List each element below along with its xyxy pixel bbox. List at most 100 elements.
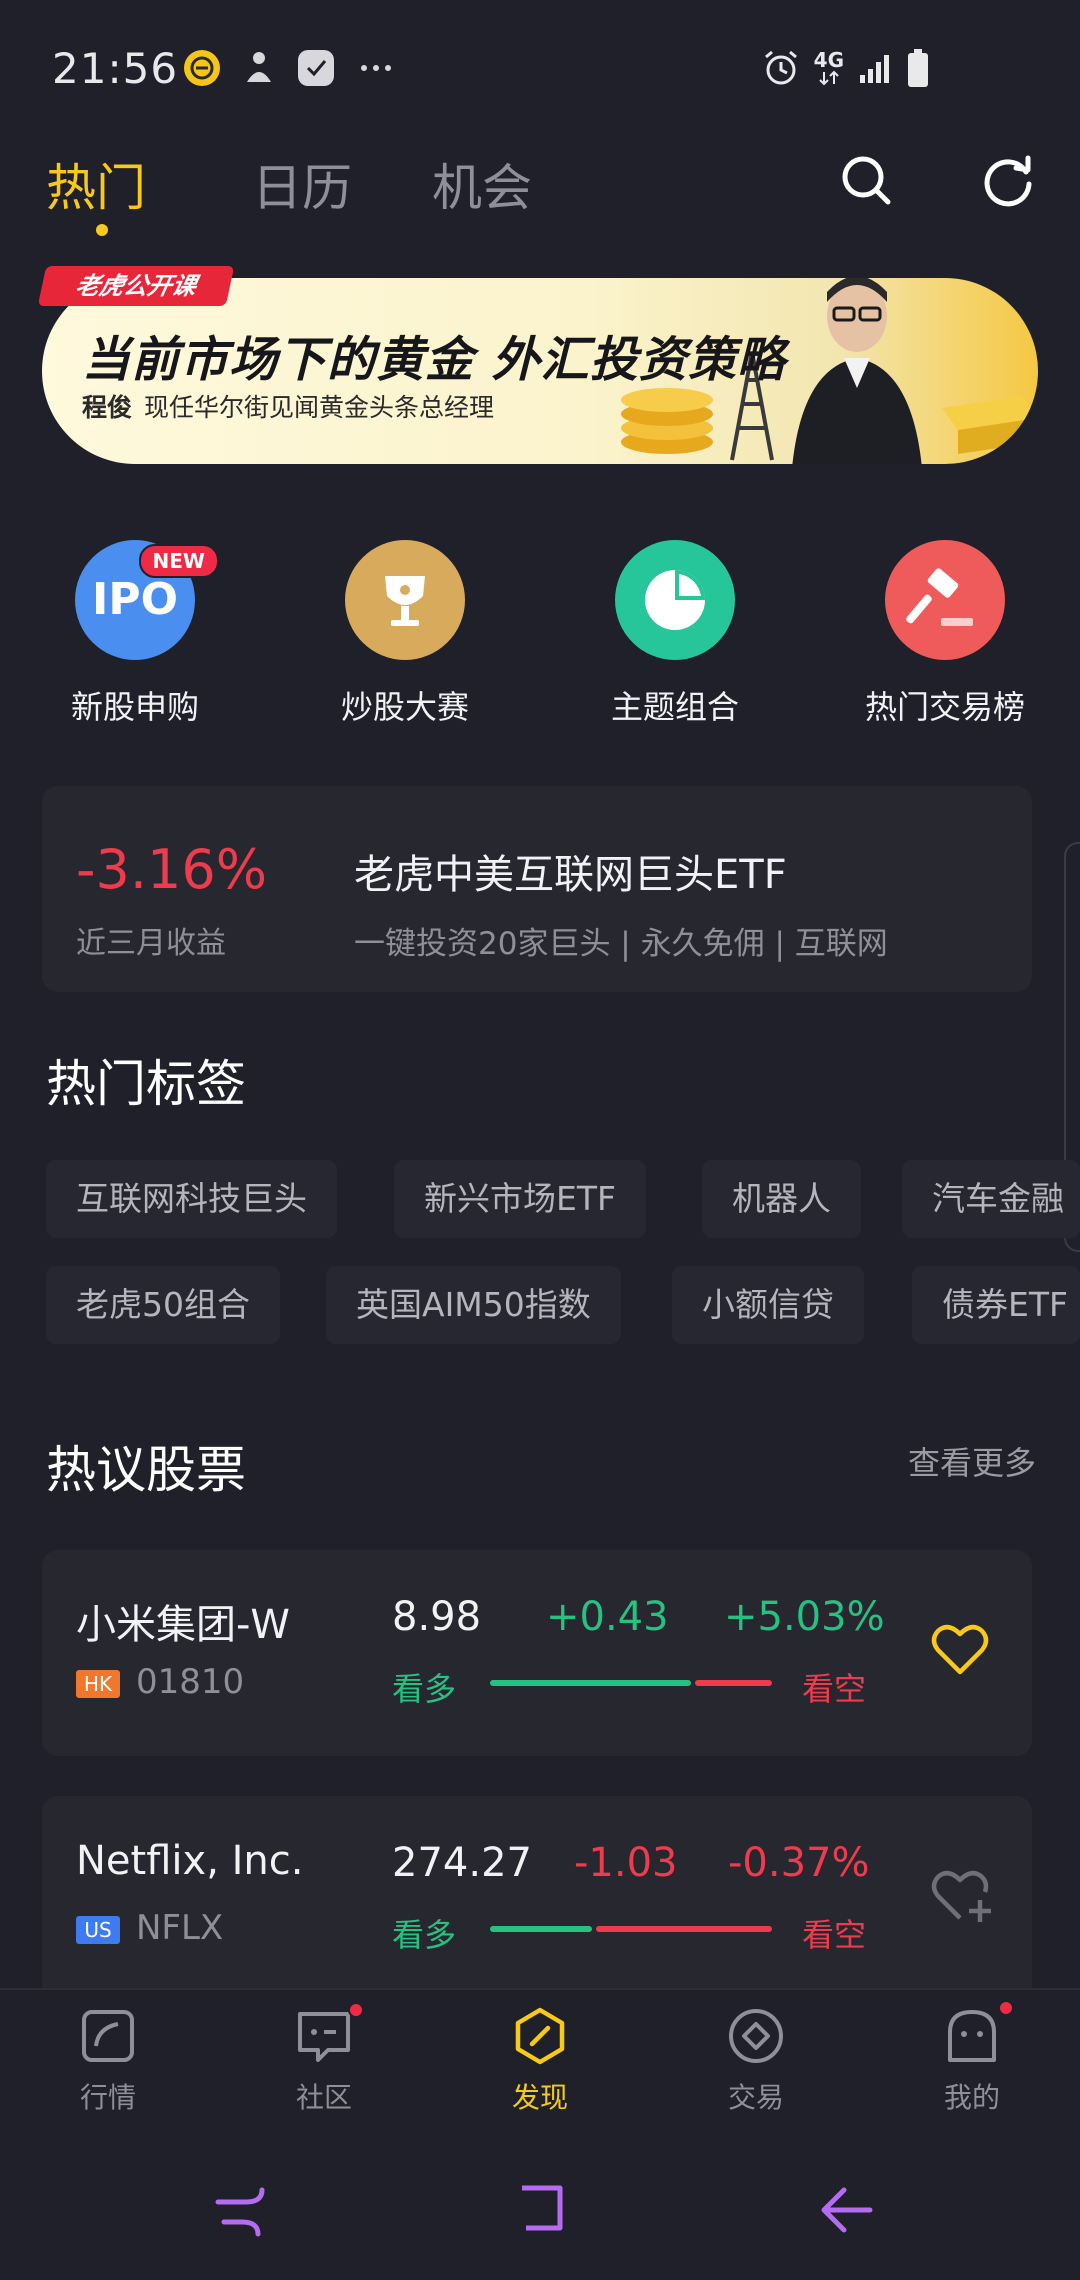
battery-icon — [908, 49, 928, 87]
bull-label: 看多 — [392, 1670, 457, 1708]
refresh-icon[interactable] — [978, 150, 1038, 210]
bull-label: 看多 — [392, 1916, 457, 1954]
coin-app-icon — [184, 50, 220, 86]
chat-app-icon — [298, 50, 334, 86]
bull-bar — [490, 1680, 692, 1686]
stock-name: 小米集团-W — [76, 1602, 290, 1648]
nav-profile[interactable]: 我的 — [902, 2000, 1042, 2116]
quick-link-ipo[interactable]: IPO NEW 新股申购 — [35, 540, 235, 728]
gold-bars-icon — [942, 396, 1038, 454]
gavel-icon — [885, 540, 1005, 660]
market-badge: HK — [76, 1670, 120, 1698]
tag-chip[interactable]: 债券ETF — [912, 1266, 1080, 1344]
quick-link-label: 主题组合 — [610, 688, 739, 726]
status-icons-right: 4G — [762, 48, 930, 88]
stock-row[interactable] — [42, 1550, 1032, 1756]
nav-trade[interactable]: 交易 — [686, 2006, 826, 2116]
tab-calendar[interactable]: 日历 — [252, 148, 352, 220]
notification-dot — [998, 2000, 1014, 2016]
stock-change: -1.03 — [574, 1840, 678, 1886]
home-button-icon[interactable] — [512, 2180, 572, 2240]
bull-bar — [490, 1926, 593, 1932]
profile-icon — [948, 2010, 996, 2062]
nav-discover[interactable]: 发现 — [470, 2006, 610, 2116]
ipo-icon: IPO NEW — [75, 540, 219, 660]
stock-code: 01810 — [136, 1662, 245, 1702]
signal-icon — [860, 55, 889, 83]
hot-tags-title: 热门标签 — [46, 1055, 246, 1113]
tag-chip[interactable]: 汽车金融 — [902, 1160, 1080, 1238]
nav-label: 交易 — [727, 2081, 784, 2114]
tag-chip[interactable]: 英国AIM50指数 — [326, 1266, 621, 1344]
more-dots-icon — [361, 65, 391, 71]
alarm-icon — [764, 50, 797, 85]
etf-return-pct: -3.16% — [76, 838, 268, 901]
hot-stocks-title: 热议股票 — [46, 1441, 246, 1499]
nav-community[interactable]: 社区 — [254, 2002, 394, 2116]
tab-opportunity[interactable]: 机会 — [432, 148, 532, 220]
bear-bar — [596, 1926, 772, 1932]
nav-label: 发现 — [511, 2081, 568, 2114]
person-icon — [247, 52, 271, 82]
search-icon[interactable] — [836, 150, 896, 210]
quick-link-contest[interactable]: 炒股大赛 — [305, 540, 505, 728]
quick-link-label: 新股申购 — [70, 688, 199, 726]
tag-chip[interactable]: 互联网科技巨头 — [46, 1160, 337, 1238]
active-tab-indicator — [96, 224, 108, 236]
banner-speaker: 程俊 — [82, 393, 133, 422]
quick-link-label: 炒股大赛 — [340, 688, 469, 726]
nav-label: 行情 — [79, 2081, 136, 2114]
sentiment-bar — [490, 1926, 772, 1932]
etf-description: 一键投资20家巨头 | 永久免佣 | 互联网 — [354, 926, 888, 962]
etf-name: 老虎中美互联网巨头ETF — [354, 852, 787, 898]
market-badge: US — [76, 1916, 120, 1944]
discover-icon — [515, 2007, 565, 2065]
quick-link-trade-rank[interactable]: 热门交易榜 — [845, 540, 1045, 728]
quick-link-portfolio[interactable]: 主题组合 — [575, 540, 775, 728]
ipo-icon-text: IPO — [91, 574, 179, 625]
tab-hot[interactable]: 热门 — [46, 148, 146, 220]
new-badge: NEW — [138, 544, 219, 578]
stock-change-pct: -0.37% — [728, 1840, 870, 1886]
pie-chart-icon — [615, 540, 735, 660]
banner-subtitle: 程俊 现任华尔街见闻黄金头条总经理 — [82, 388, 494, 424]
notification-dot — [348, 2002, 364, 2018]
nav-label: 社区 — [295, 2081, 352, 2114]
market-icon — [82, 2010, 134, 2062]
trophy-icon — [345, 540, 465, 660]
network-4g-icon: 4G — [814, 50, 844, 86]
status-time: 21:56 — [52, 44, 179, 93]
speaker-photo — [792, 278, 922, 464]
tag-chip[interactable]: 新兴市场ETF — [394, 1160, 646, 1238]
status-icons-left — [182, 48, 396, 88]
recent-apps-icon[interactable] — [212, 2182, 274, 2238]
back-button-icon[interactable] — [816, 2182, 876, 2238]
quick-link-label: 热门交易榜 — [864, 688, 1025, 726]
bear-label: 看空 — [802, 1916, 867, 1954]
nav-market[interactable]: 行情 — [38, 2006, 178, 2116]
bear-bar — [695, 1680, 772, 1686]
banner-speaker-desc: 现任华尔街见闻黄金头条总经理 — [144, 393, 495, 422]
watchlist-heart-icon[interactable] — [930, 1622, 990, 1678]
tag-chip[interactable]: 老虎50组合 — [46, 1266, 280, 1344]
see-more-link[interactable]: 查看更多 — [908, 1438, 1036, 1484]
bear-label: 看空 — [802, 1670, 867, 1708]
stock-price: 8.98 — [392, 1594, 482, 1640]
banner-tag: 老虎公开课 — [37, 266, 235, 306]
add-watchlist-heart-icon[interactable] — [930, 1868, 994, 1928]
stock-change-pct: +5.03% — [724, 1594, 885, 1640]
trade-icon — [729, 2009, 783, 2063]
tag-chip[interactable]: 机器人 — [702, 1160, 861, 1238]
tag-chip[interactable]: 小额信贷 — [672, 1266, 864, 1344]
stock-name: Netflix, Inc. — [76, 1838, 304, 1884]
banner-title: 当前市场下的黄金 外汇投资策略 — [82, 332, 786, 388]
sentiment-bar — [490, 1680, 772, 1686]
network-label: 4G — [813, 48, 844, 72]
stock-change: +0.43 — [546, 1594, 669, 1640]
stock-code: NFLX — [136, 1908, 224, 1948]
etf-return-label: 近三月收益 — [76, 926, 226, 961]
nav-label: 我的 — [943, 2081, 1000, 2114]
stock-price: 274.27 — [392, 1840, 532, 1886]
stock-row[interactable] — [42, 1796, 1032, 2002]
community-icon — [298, 2012, 350, 2062]
